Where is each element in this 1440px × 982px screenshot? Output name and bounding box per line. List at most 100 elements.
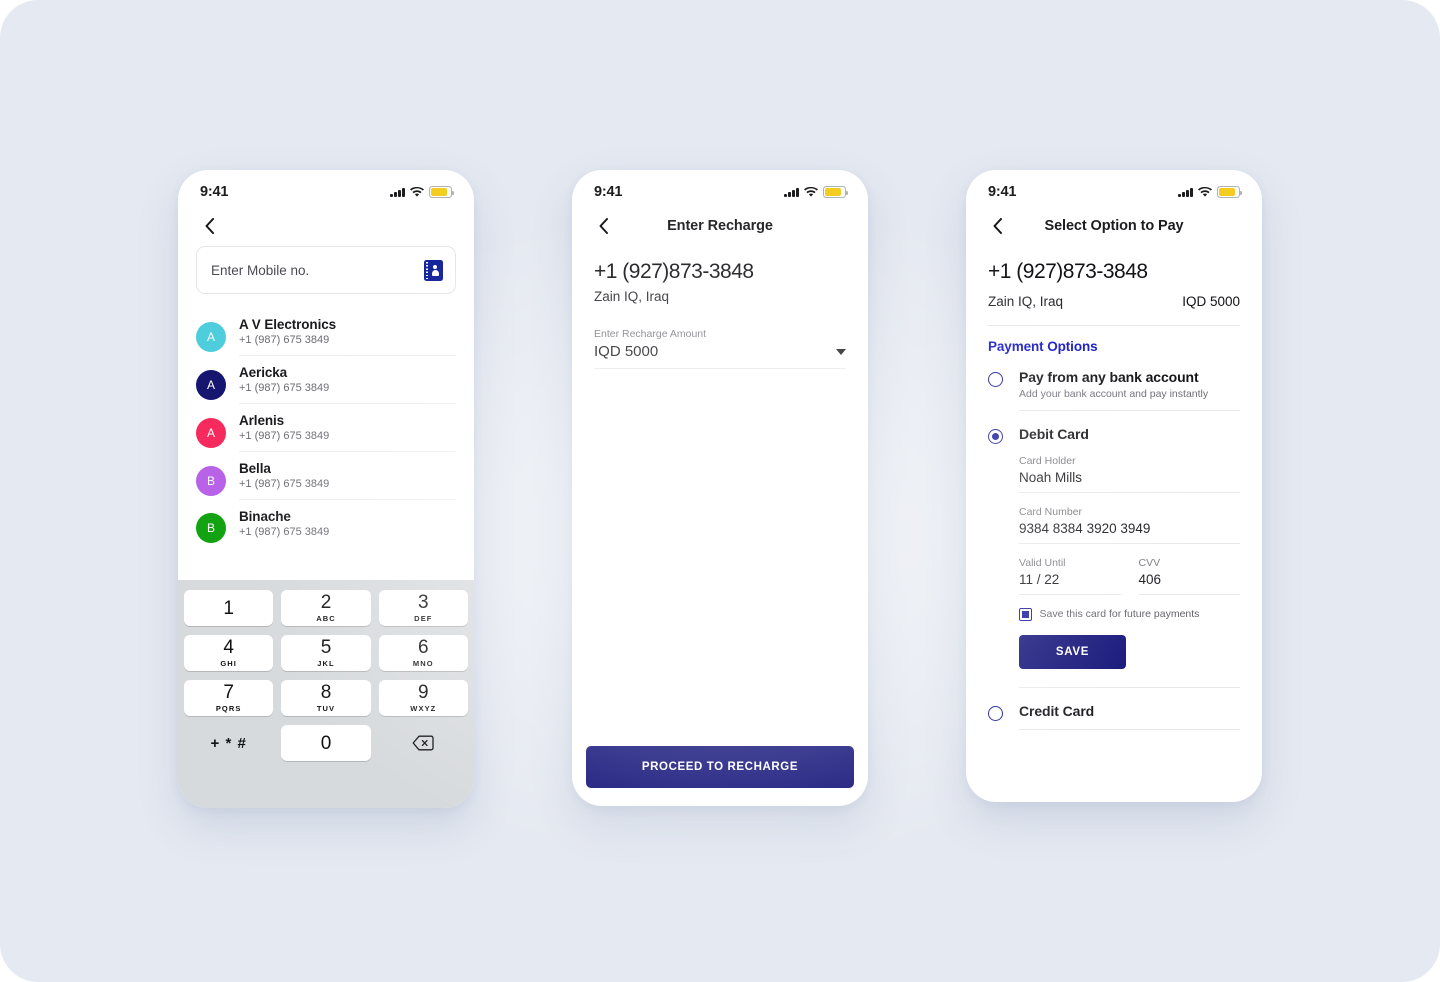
field-label: Card Holder [1019,455,1076,467]
payment-option-debit-card[interactable]: Debit Card Card Holder Noah Mills Card N… [988,426,1240,688]
status-bar-time: 9:41 [200,184,229,200]
card-number-field[interactable]: Card Number 9384 8384 3920 3949 [1019,506,1240,544]
page-title: Enter Recharge [667,218,773,234]
field-value[interactable]: 11 / 22 [1019,572,1121,595]
avatar: B [196,465,226,496]
recharge-amount-field: Enter Recharge Amount IQD 5000 [594,328,846,369]
status-bar-time: 9:41 [594,184,623,200]
contact-name: Bella [239,461,271,476]
contact-name: A V Electronics [239,317,337,332]
field-value[interactable]: 9384 8384 3920 3949 [1019,521,1240,544]
keypad-key-5[interactable]: 5 JKL [281,635,371,671]
list-item[interactable]: A Aericka +1 (987) 675 3849 [196,356,456,404]
amount-field-label: Enter Recharge Amount [594,328,707,340]
avatar: A [196,417,226,448]
contact-list: A A V Electronics +1 (987) 675 3849 A Ae… [196,308,456,547]
contact-name: Aericka [239,365,288,380]
page-title: Select Option to Pay [1044,218,1184,234]
proceed-to-recharge-button[interactable]: PROCEED TO RECHARGE [586,746,854,788]
radio-bank-account[interactable] [988,372,1003,387]
payment-option-credit-card[interactable]: Credit Card [988,703,1240,730]
nav-bar-screen3: Select Option to Pay [966,206,1262,246]
payment-amount: IQD 5000 [1182,294,1240,309]
contact-name: Arlenis [239,413,285,428]
keypad-key-0[interactable]: 0 [281,725,371,761]
screenshot-canvas: 9:41 A [0,0,1440,982]
phone-mockup-payment: 9:41 Select Option to Pay +1 (927)873-38… [966,170,1262,802]
amount-value: IQD 5000 [594,343,659,360]
cellular-signal-icon [784,187,799,197]
wifi-icon [1198,186,1212,198]
search-input[interactable] [211,262,416,278]
list-item[interactable]: A Arlenis +1 (987) 675 3849 [196,404,456,452]
wifi-icon [410,186,424,198]
keypad-key-2[interactable]: 2 ABC [281,590,371,626]
amount-dropdown[interactable]: IQD 5000 [594,343,846,369]
back-chevron-icon[interactable] [592,215,614,237]
contact-book-icon[interactable] [424,259,443,281]
keypad-key-symbols[interactable]: + * # [184,725,273,761]
phone-mockup-contacts: 9:41 A [178,170,474,808]
divider [1019,410,1240,411]
field-label: CVV [1138,557,1161,569]
keypad-key-6[interactable]: 6 MNO [378,635,468,671]
list-item[interactable]: B Binache +1 (987) 675 3849 [196,500,456,547]
divider [1019,686,1240,688]
divider [988,325,1240,326]
divider [1019,728,1240,730]
payment-options-heading: Payment Options [988,339,1098,354]
list-item[interactable]: A A V Electronics +1 (987) 675 3849 [196,308,456,356]
field-value[interactable]: Noah Mills [1019,470,1240,493]
battery-icon [429,186,455,198]
recharge-phone-number: +1 (927)873-3848 [594,260,754,283]
carrier-label: Zain IQ, Iraq [988,294,1064,309]
avatar: A [196,321,226,352]
carrier-label: Zain IQ, Iraq [594,289,670,304]
status-bar: 9:41 [966,170,1262,206]
avatar: B [196,513,226,543]
valid-until-field[interactable]: Valid Until 11 / 22 [1019,557,1121,595]
nav-bar-screen2: Enter Recharge [572,206,868,246]
cvv-field[interactable]: CVV 406 [1138,557,1240,595]
wifi-icon [804,186,818,198]
contact-phone: +1 (987) 675 3849 [239,526,330,538]
keypad-key-1[interactable]: 1 [184,590,274,626]
contact-phone: +1 (987) 675 3849 [239,478,330,490]
status-bar: 9:41 [572,170,868,206]
keypad-key-3[interactable]: 3 DEF [378,590,468,626]
keypad-key-7[interactable]: 7 PQRS [184,680,274,716]
option-title: Credit Card [1019,702,1095,719]
mobile-search-field[interactable] [196,246,456,294]
option-subtitle: Add your bank account and pay instantly [1019,388,1209,400]
back-chevron-icon[interactable] [986,215,1008,237]
radio-credit-card[interactable] [988,705,1003,721]
option-title: Debit Card [1019,426,1089,442]
field-label: Valid Until [1019,557,1066,569]
back-chevron-icon[interactable] [198,215,220,237]
phone-mockup-recharge: 9:41 Enter Recharge +1 (927)873-3848 Zai… [572,170,868,806]
list-item[interactable]: B Bella +1 (987) 675 3849 [196,452,456,500]
battery-icon [823,186,849,198]
contact-phone: +1 (987) 675 3849 [239,334,330,346]
caret-down-icon[interactable] [836,348,846,355]
backspace-icon[interactable] [379,725,468,761]
save-card-checkbox[interactable] [1019,608,1032,621]
avatar: A [196,369,226,400]
option-title: Pay from any bank account [1019,369,1199,385]
card-holder-field[interactable]: Card Holder Noah Mills [1019,455,1240,493]
cellular-signal-icon [390,187,405,197]
save-card-checkbox-row[interactable]: Save this card for future payments [1019,608,1240,621]
radio-debit-card[interactable] [988,429,1003,444]
battery-icon [1217,186,1243,198]
save-button[interactable]: SAVE [1019,634,1126,669]
keypad-key-9[interactable]: 9 WXYZ [378,680,468,716]
status-bar-time: 9:41 [988,184,1017,200]
contact-name: Binache [239,509,291,524]
keypad-key-4[interactable]: 4 GHI [184,635,274,671]
contact-phone: +1 (987) 675 3849 [239,382,330,394]
field-value[interactable]: 406 [1138,572,1240,595]
payment-option-bank[interactable]: Pay from any bank account Add your bank … [988,369,1240,411]
nav-bar-screen1 [178,206,474,246]
keypad-key-8[interactable]: 8 TUV [281,680,371,716]
cellular-signal-icon [1178,187,1193,197]
